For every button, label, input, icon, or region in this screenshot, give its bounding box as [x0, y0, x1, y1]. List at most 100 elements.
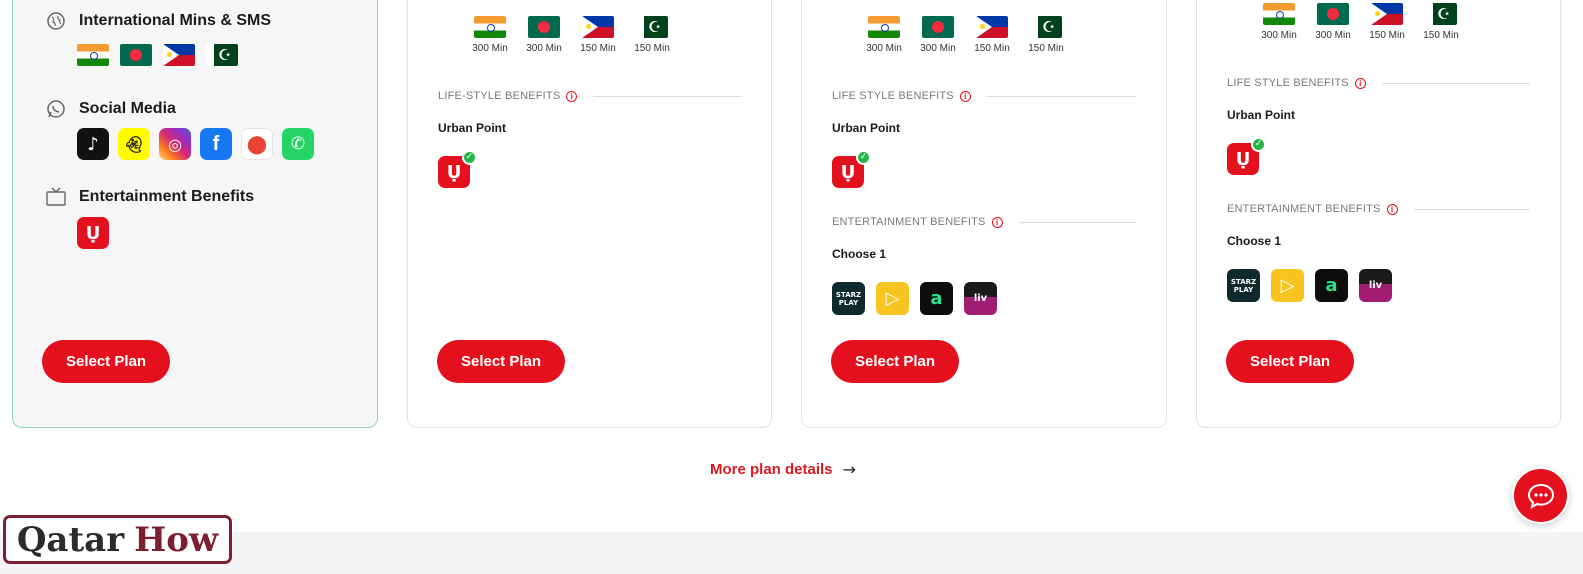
watermark-word: Qatar [16, 519, 125, 560]
starzplay-icon[interactable]: STARZ PLAY [1227, 269, 1260, 302]
divider [986, 95, 1136, 97]
social-apps-row: ♪ 👻︎ ◎ f ⬤ ✆ [77, 128, 314, 160]
globe-icon [45, 10, 67, 32]
bangladesh-flag-icon [1317, 3, 1349, 25]
pakistan-flag-icon [636, 16, 668, 38]
entertainment-options-row: STARZ PLAY ▷ a liv [1227, 269, 1392, 302]
feature-title: Social Media [79, 100, 176, 117]
info-icon[interactable]: i [959, 90, 971, 102]
watermark-word: How [134, 519, 219, 560]
snapchat-icon: 👻︎ [118, 128, 150, 160]
roaming-label: 150 Min [1028, 43, 1064, 54]
roaming-label: 300 Min [920, 43, 956, 54]
urban-point-icon: Ụ [77, 217, 109, 249]
tv-icon [45, 186, 67, 208]
pakistan-flag-icon [1425, 3, 1457, 25]
urban-point-benefit: Ụ ✓ [832, 150, 871, 188]
feature-social-media: Social Media [45, 98, 176, 120]
bangladesh-flag-icon [922, 16, 954, 38]
roaming-label: 300 Min [526, 43, 562, 54]
roaming-item: 150 Min [1421, 3, 1461, 41]
roaming-label: 300 Min [1315, 30, 1351, 41]
entertainment-choose-label: Choose 1 [1227, 234, 1282, 248]
roaming-item: 150 Min [1367, 3, 1407, 41]
select-plan-button[interactable]: Select Plan [831, 340, 959, 383]
philippines-flag-icon [163, 44, 195, 66]
roaming-label: 150 Min [580, 43, 616, 54]
aha-icon[interactable]: a [1315, 269, 1348, 302]
starzplay-icon[interactable]: STARZ PLAY [832, 282, 865, 315]
roaming-item: 300 Min [918, 16, 958, 54]
lifestyle-item-title: Urban Point [438, 121, 506, 135]
whatsapp-outline-icon [45, 98, 67, 120]
info-icon[interactable]: i [566, 90, 578, 102]
check-icon: ✓ [1251, 137, 1266, 152]
philippines-flag-icon [1371, 3, 1403, 25]
intl-flags-row [77, 44, 238, 66]
roaming-label: 300 Min [866, 43, 902, 54]
roaming-row: 300 Min 300 Min 150 Min 150 Min [470, 16, 672, 54]
roaming-item: 300 Min [1313, 3, 1353, 41]
tiktok-icon: ♪ [77, 128, 109, 160]
entertainment-choose-label: Choose 1 [832, 247, 887, 261]
vu-icon[interactable]: ▷ [1271, 269, 1304, 302]
qatarhow-watermark-logo: Qatar How [3, 515, 232, 564]
roaming-item: 300 Min [864, 16, 904, 54]
entertainment-benefits-header: ENTERTAINMENT BENEFITS i [1227, 203, 1530, 215]
section-title: LIFE STYLE BENEFITS [832, 90, 954, 102]
info-icon[interactable]: i [1354, 77, 1366, 89]
check-icon: ✓ [462, 150, 477, 165]
divider [1018, 221, 1136, 223]
urban-point-benefit: Ụ ✓ [438, 150, 477, 188]
section-title: ENTERTAINMENT BENEFITS [832, 216, 986, 228]
plan-card-4: 300 Min 300 Min 150 Min 150 Min LIFE STY… [1196, 0, 1561, 428]
more-plan-details-link[interactable]: More plan details → [710, 460, 856, 479]
entertainment-benefits-header: ENTERTAINMENT BENEFITS i [832, 216, 1136, 228]
roaming-item: 150 Min [632, 16, 672, 54]
divider [1413, 208, 1530, 210]
roaming-label: 150 Min [634, 43, 670, 54]
entertainment-options-row: STARZ PLAY ▷ a liv [832, 282, 997, 315]
philippines-flag-icon [976, 16, 1008, 38]
footer-band [0, 532, 1583, 574]
aha-icon[interactable]: a [920, 282, 953, 315]
sonyliv-icon[interactable]: liv [964, 282, 997, 315]
india-flag-icon [474, 16, 506, 38]
whatsapp-icon: ✆ [282, 128, 314, 160]
lifestyle-item-title: Urban Point [1227, 108, 1295, 122]
feature-title: Entertainment Benefits [79, 188, 255, 205]
roaming-item: 300 Min [470, 16, 510, 54]
chat-bubble-icon [1527, 483, 1554, 509]
philippines-flag-icon [582, 16, 614, 38]
roaming-row: 300 Min 300 Min 150 Min 150 Min [1259, 3, 1461, 41]
vu-icon[interactable]: ▷ [876, 282, 909, 315]
divider [1381, 82, 1530, 84]
roaming-row: 300 Min 300 Min 150 Min 150 Min [864, 16, 1066, 54]
lifestyle-benefits-header: LIFE-STYLE BENEFITS i [438, 90, 741, 102]
more-plan-details-label: More plan details [710, 461, 833, 478]
roaming-item: 300 Min [524, 16, 564, 54]
plan-card-2: 300 Min 300 Min 150 Min 150 Min LIFE-STY… [407, 0, 772, 428]
lifestyle-benefits-header: LIFE STYLE BENEFITS i [1227, 77, 1530, 89]
plan-card-1: International Mins & SMS Social Media ♪ … [12, 0, 378, 428]
feature-intl-mins: International Mins & SMS [45, 10, 271, 32]
select-plan-button[interactable]: Select Plan [1226, 340, 1354, 383]
lifestyle-item-title: Urban Point [832, 121, 900, 135]
info-icon[interactable]: i [1386, 203, 1398, 215]
select-plan-button[interactable]: Select Plan [437, 340, 565, 383]
sonyliv-icon[interactable]: liv [1359, 269, 1392, 302]
roaming-item: 150 Min [1026, 16, 1066, 54]
chat-button[interactable] [1512, 467, 1569, 524]
facebook-icon: f [200, 128, 232, 160]
section-title: LIFE-STYLE BENEFITS [438, 90, 561, 102]
roaming-item: 300 Min [1259, 3, 1299, 41]
entertainment-apps-row: Ụ [77, 217, 109, 249]
section-title: LIFE STYLE BENEFITS [1227, 77, 1349, 89]
india-flag-icon [1263, 3, 1295, 25]
info-icon[interactable]: i [991, 216, 1003, 228]
roaming-item: 150 Min [972, 16, 1012, 54]
lifestyle-benefits-header: LIFE STYLE BENEFITS i [832, 90, 1136, 102]
select-plan-button[interactable]: Select Plan [42, 340, 170, 383]
roaming-label: 150 Min [1369, 30, 1405, 41]
feature-title: International Mins & SMS [79, 12, 272, 29]
